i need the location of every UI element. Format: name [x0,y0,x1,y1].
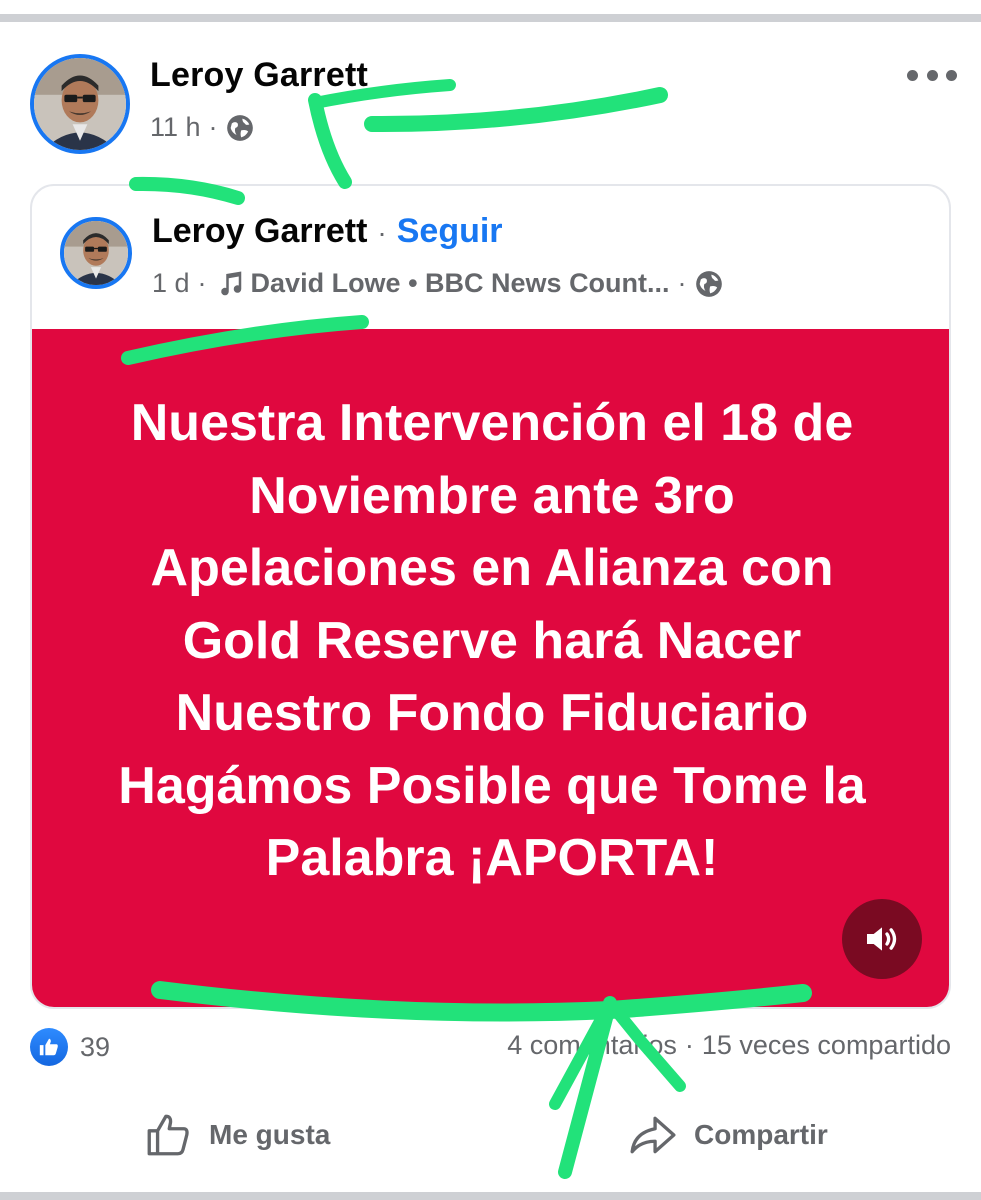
like-reaction-icon [30,1028,68,1066]
annotation-stroke [558,996,617,1179]
shared-author-name[interactable]: Leroy Garrett [152,212,367,251]
like-label: Me gusta [209,1119,331,1150]
banner-text: Nuestra Intervención el 18 de Noviembre … [118,394,866,887]
globe-icon [226,114,253,141]
shared-post-time[interactable]: 1 d [152,268,190,299]
more-dot [907,69,918,81]
like-button[interactable]: Me gusta [143,1110,330,1160]
meta-separator: · [208,112,218,142]
share-button[interactable]: Compartir [628,1110,828,1160]
share-icon [630,1116,676,1154]
share-label: Compartir [694,1119,828,1150]
follow-button[interactable]: Seguir [397,212,503,251]
meta-separator: · [197,268,207,298]
author-dot: · [377,217,387,248]
avatar-photo [34,58,126,150]
reactions-summary[interactable]: 39 [30,1028,110,1066]
comments-count[interactable]: 4 comentarios [507,1030,677,1061]
music-label: David Lowe • BBC News Count... [250,268,670,298]
thumbs-up-icon [147,1114,189,1156]
top-divider [0,14,981,22]
shared-post-meta: 1 d · David Lowe • BBC News Count... · [152,268,723,299]
more-options-button[interactable] [905,60,959,90]
music-attribution[interactable]: David Lowe • BBC News Count... [215,268,670,299]
post-time[interactable]: 11 h [150,112,201,143]
speaker-icon [867,927,897,951]
author-avatar[interactable] [30,54,130,154]
shared-author-avatar[interactable] [60,217,132,289]
more-dot [946,69,957,81]
globe-icon [695,270,722,297]
shared-post-card[interactable]: Leroy Garrett · Seguir 1 d · David Lowe … [30,184,951,1009]
bottom-divider [0,1192,981,1200]
engagement-stats: 4 comentarios · 15 veces compartido [507,1030,951,1061]
annotation-stroke [308,93,352,189]
annotation-stroke [364,87,668,133]
meta-separator: · [677,268,687,298]
shares-count[interactable]: 15 veces compartido [702,1030,951,1061]
more-dot [926,69,938,81]
reaction-count: 39 [80,1031,111,1062]
post-author-name[interactable]: Leroy Garrett [150,56,368,95]
avatar-photo [64,221,128,285]
sound-toggle-button[interactable] [842,899,922,979]
post-meta: 11 h · [150,112,254,143]
shared-author-line: Leroy Garrett · Seguir [152,212,503,251]
thumbs-up-glyph [39,1038,58,1056]
music-note-icon [220,271,241,295]
text-post-banner[interactable]: Nuestra Intervención el 18 de Noviembre … [32,329,949,1007]
stats-separator: · [684,1030,694,1060]
